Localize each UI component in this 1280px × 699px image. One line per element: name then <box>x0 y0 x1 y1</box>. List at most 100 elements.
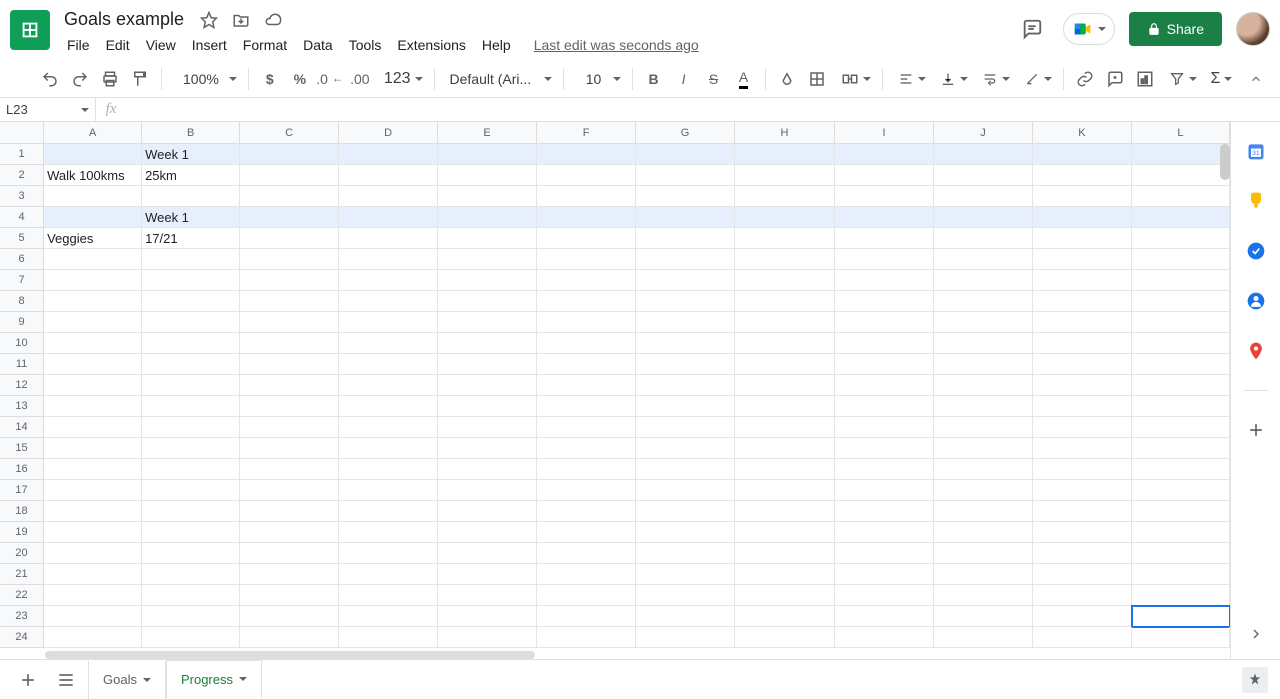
cell-K21[interactable] <box>1033 564 1132 585</box>
cell-A23[interactable] <box>44 606 142 627</box>
menu-help[interactable]: Help <box>475 33 518 57</box>
cell-J5[interactable] <box>934 228 1033 249</box>
cell-A15[interactable] <box>44 438 142 459</box>
more-formats-dropdown[interactable]: 123 <box>376 65 427 93</box>
horizontal-scrollbar-thumb[interactable] <box>45 651 535 659</box>
cell-B16[interactable] <box>142 459 240 480</box>
cell-D4[interactable] <box>339 207 438 228</box>
cell-H2[interactable] <box>735 165 835 186</box>
cell-A17[interactable] <box>44 480 142 501</box>
cell-E17[interactable] <box>438 480 537 501</box>
cell-H3[interactable] <box>735 186 835 207</box>
spreadsheet-grid[interactable]: ABCDEFGHIJKL 1Week 12Walk 100kms25km34We… <box>0 122 1230 659</box>
cell-L11[interactable] <box>1132 354 1230 375</box>
row-header-21[interactable]: 21 <box>0 564 44 585</box>
cell-H5[interactable] <box>735 228 835 249</box>
cell-B3[interactable] <box>142 186 240 207</box>
cell-G18[interactable] <box>636 501 735 522</box>
cell-G6[interactable] <box>636 249 735 270</box>
cell-A18[interactable] <box>44 501 142 522</box>
cell-A19[interactable] <box>44 522 142 543</box>
cell-C5[interactable] <box>240 228 339 249</box>
rotate-dropdown[interactable] <box>1016 65 1056 93</box>
cell-I17[interactable] <box>835 480 934 501</box>
bold-button[interactable]: B <box>640 65 668 93</box>
cell-K1[interactable] <box>1033 144 1132 165</box>
cell-L16[interactable] <box>1132 459 1230 480</box>
row-header-16[interactable]: 16 <box>0 459 44 480</box>
cell-C20[interactable] <box>240 543 339 564</box>
cell-B2[interactable]: 25km <box>142 165 240 186</box>
cell-C3[interactable] <box>240 186 339 207</box>
cell-A2[interactable]: Walk 100kms <box>44 165 142 186</box>
cell-L21[interactable] <box>1132 564 1230 585</box>
increase-decimal-button[interactable]: .00 <box>346 65 374 93</box>
borders-button[interactable] <box>803 65 831 93</box>
cell-F1[interactable] <box>537 144 636 165</box>
cell-K4[interactable] <box>1033 207 1132 228</box>
cell-J7[interactable] <box>934 270 1033 291</box>
cell-D1[interactable] <box>339 144 438 165</box>
cell-F19[interactable] <box>537 522 636 543</box>
cell-E18[interactable] <box>438 501 537 522</box>
row-header-4[interactable]: 4 <box>0 207 44 228</box>
cell-H9[interactable] <box>735 312 835 333</box>
addons-icon[interactable] <box>1245 419 1267 441</box>
valign-dropdown[interactable] <box>932 65 972 93</box>
cell-J10[interactable] <box>934 333 1033 354</box>
col-header-J[interactable]: J <box>934 122 1033 143</box>
cell-A24[interactable] <box>44 627 142 648</box>
cell-J23[interactable] <box>934 606 1033 627</box>
cell-J15[interactable] <box>934 438 1033 459</box>
row-header-2[interactable]: 2 <box>0 165 44 186</box>
cell-B17[interactable] <box>142 480 240 501</box>
cell-E22[interactable] <box>438 585 537 606</box>
cell-I5[interactable] <box>835 228 934 249</box>
cell-D7[interactable] <box>339 270 438 291</box>
cell-E24[interactable] <box>438 627 537 648</box>
cell-I8[interactable] <box>835 291 934 312</box>
calendar-icon[interactable]: 31 <box>1245 140 1267 162</box>
cell-L20[interactable] <box>1132 543 1230 564</box>
cell-G3[interactable] <box>636 186 735 207</box>
cell-K12[interactable] <box>1033 375 1132 396</box>
cell-G23[interactable] <box>636 606 735 627</box>
halign-dropdown[interactable] <box>890 65 930 93</box>
collapse-toolbar-button[interactable] <box>1242 65 1270 93</box>
row-header-11[interactable]: 11 <box>0 354 44 375</box>
cell-K3[interactable] <box>1033 186 1132 207</box>
cell-F20[interactable] <box>537 543 636 564</box>
cell-D13[interactable] <box>339 396 438 417</box>
cell-C18[interactable] <box>240 501 339 522</box>
cell-C19[interactable] <box>240 522 339 543</box>
cell-K13[interactable] <box>1033 396 1132 417</box>
cell-J21[interactable] <box>934 564 1033 585</box>
all-sheets-button[interactable] <box>50 664 82 696</box>
cell-L2[interactable] <box>1132 165 1230 186</box>
cell-K6[interactable] <box>1033 249 1132 270</box>
cell-C2[interactable] <box>240 165 339 186</box>
cell-I12[interactable] <box>835 375 934 396</box>
cell-A14[interactable] <box>44 417 142 438</box>
cell-B21[interactable] <box>142 564 240 585</box>
cell-G2[interactable] <box>636 165 735 186</box>
tasks-icon[interactable] <box>1245 240 1267 262</box>
cell-G15[interactable] <box>636 438 735 459</box>
cell-I10[interactable] <box>835 333 934 354</box>
cell-E9[interactable] <box>438 312 537 333</box>
cell-J12[interactable] <box>934 375 1033 396</box>
cell-L18[interactable] <box>1132 501 1230 522</box>
cell-I18[interactable] <box>835 501 934 522</box>
cell-L8[interactable] <box>1132 291 1230 312</box>
cell-F8[interactable] <box>537 291 636 312</box>
cell-D10[interactable] <box>339 333 438 354</box>
strike-button[interactable]: S <box>700 65 728 93</box>
cell-K5[interactable] <box>1033 228 1132 249</box>
row-header-6[interactable]: 6 <box>0 249 44 270</box>
cell-L24[interactable] <box>1132 627 1230 648</box>
cell-G4[interactable] <box>636 207 735 228</box>
cell-K11[interactable] <box>1033 354 1132 375</box>
cell-B7[interactable] <box>142 270 240 291</box>
cell-A13[interactable] <box>44 396 142 417</box>
cell-F18[interactable] <box>537 501 636 522</box>
